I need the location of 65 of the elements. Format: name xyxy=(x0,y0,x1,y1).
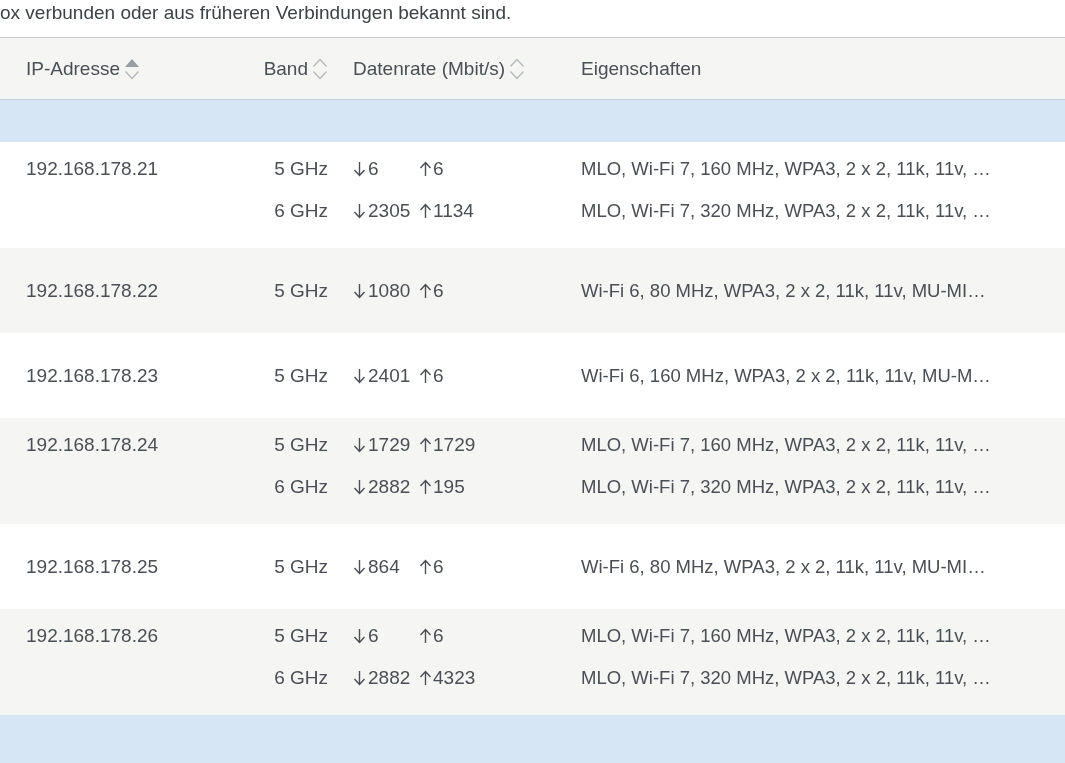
ip-address: 192.168.178.22 xyxy=(26,280,159,302)
arrow-down-icon xyxy=(353,203,366,219)
band-label: 5 GHz xyxy=(274,434,328,456)
properties-text: Wi-Fi 6, 160 MHz, WPA3, 2 x 2, 11k, 11v, MU-M… xyxy=(581,365,991,387)
upload-rate: 6 xyxy=(433,280,444,302)
ip-address: 192.168.178.26 xyxy=(26,625,159,647)
band-label: 5 GHz xyxy=(274,280,328,302)
intro-text: ox verbunden oder aus früheren Verbindungen bekannt sind. xyxy=(0,1,513,25)
download-rate: 2401 xyxy=(368,365,411,387)
upload-rate: 6 xyxy=(433,556,444,578)
ip-address: 192.168.178.24 xyxy=(26,434,159,456)
arrow-down-icon xyxy=(353,437,366,453)
column-header[interactable]: IP-Adresse xyxy=(26,57,120,80)
upload-rate: 6 xyxy=(433,365,444,387)
arrow-up-icon xyxy=(419,368,432,384)
band-label: 5 GHz xyxy=(274,365,328,387)
properties-text: MLO, Wi-Fi 7, 160 MHz, WPA3, 2 x 2, 11k, 11v, … xyxy=(581,625,991,647)
download-rate: 2882 xyxy=(368,667,411,689)
arrow-down-icon xyxy=(353,670,366,686)
upload-rate: 4323 xyxy=(433,667,476,689)
band-label: 6 GHz xyxy=(274,476,328,498)
properties-text: MLO, Wi-Fi 7, 320 MHz, WPA3, 2 x 2, 11k, 11v, … xyxy=(581,200,991,222)
download-rate: 864 xyxy=(368,556,400,578)
band-label: 5 GHz xyxy=(274,625,328,647)
upload-rate: 6 xyxy=(433,158,444,180)
arrow-up-icon xyxy=(419,283,432,299)
arrow-up-icon xyxy=(419,479,432,495)
properties-text: Wi-Fi 6, 80 MHz, WPA3, 2 x 2, 11k, 11v, MU-MI… xyxy=(581,280,986,302)
arrow-down-icon xyxy=(353,161,366,177)
band-label: 5 GHz xyxy=(274,556,328,578)
properties-text: MLO, Wi-Fi 7, 320 MHz, WPA3, 2 x 2, 11k, 11v, … xyxy=(581,476,991,498)
upload-rate: 1134 xyxy=(433,200,474,222)
arrow-up-icon xyxy=(419,670,432,686)
arrow-up-icon xyxy=(419,559,432,575)
download-rate: 1080 xyxy=(368,280,411,302)
band-label: 6 GHz xyxy=(274,200,328,222)
properties-text: MLO, Wi-Fi 7, 320 MHz, WPA3, 2 x 2, 11k, 11v, … xyxy=(581,667,991,689)
download-rate: 2882 xyxy=(368,476,411,498)
arrow-down-icon xyxy=(353,283,366,299)
ip-address: 192.168.178.21 xyxy=(26,158,159,180)
ip-address: 192.168.178.25 xyxy=(26,556,159,578)
arrow-down-icon xyxy=(353,368,366,384)
column-header[interactable]: Datenrate (Mbit/s) xyxy=(353,57,506,80)
download-rate: 6 xyxy=(368,625,379,647)
properties-text: MLO, Wi-Fi 7, 160 MHz, WPA3, 2 x 2, 11k, 11v, … xyxy=(581,158,991,180)
arrow-down-icon xyxy=(353,559,366,575)
upload-rate: 1729 xyxy=(433,434,476,456)
download-rate: 1729 xyxy=(368,434,411,456)
column-header: Eigenschaften xyxy=(581,57,702,80)
band-label: 6 GHz xyxy=(274,667,328,689)
upload-rate: 195 xyxy=(433,476,465,498)
arrow-up-icon xyxy=(419,437,432,453)
arrow-down-icon xyxy=(353,628,366,644)
ip-address: 192.168.178.23 xyxy=(26,365,159,387)
arrow-up-icon xyxy=(419,203,432,219)
upload-rate: 6 xyxy=(433,625,444,647)
arrow-up-icon xyxy=(419,628,432,644)
properties-text: Wi-Fi 6, 80 MHz, WPA3, 2 x 2, 11k, 11v, MU-MI… xyxy=(581,556,986,578)
column-header[interactable]: Band xyxy=(263,57,308,80)
band-label: 5 GHz xyxy=(274,158,328,180)
download-rate: 2305 xyxy=(368,200,411,222)
arrow-down-icon xyxy=(353,479,366,495)
download-rate: 6 xyxy=(368,158,379,180)
arrow-up-icon xyxy=(419,161,432,177)
properties-text: MLO, Wi-Fi 7, 160 MHz, WPA3, 2 x 2, 11k, 11v, … xyxy=(581,434,991,456)
